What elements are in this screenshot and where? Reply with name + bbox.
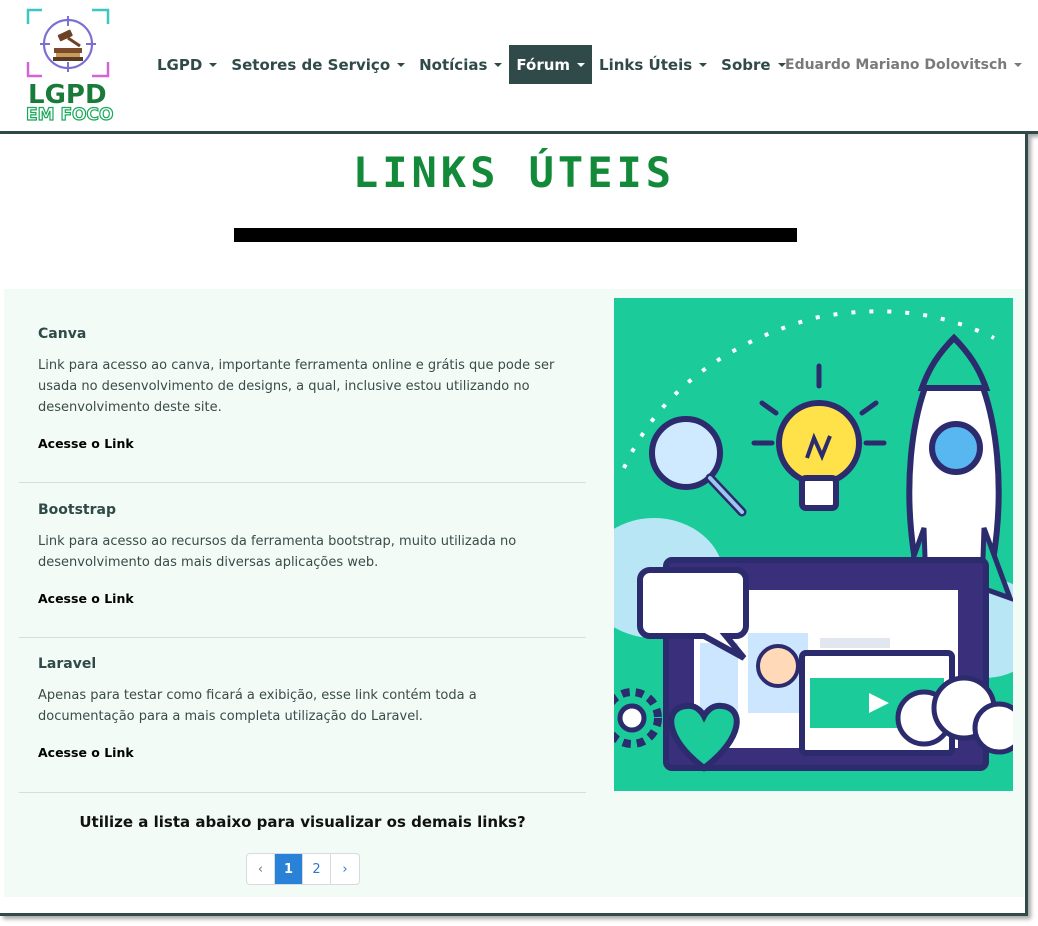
link-access-button[interactable]: Acesse o Link	[38, 436, 134, 451]
user-dropdown[interactable]: Eduardo Mariano Dolovitsch	[778, 45, 1029, 84]
main-nav: LGPD Setores de Serviço Notícias Fórum L…	[150, 45, 793, 84]
link-access-button[interactable]: Acesse o Link	[38, 745, 134, 760]
link-title: Bootstrap	[38, 502, 116, 518]
links-panel: Canva Link para acesso ao canva, importa…	[4, 289, 1024, 897]
more-links-text: Utilize a lista abaixo para visualizar o…	[79, 813, 526, 831]
pagination: ‹ 1 2 ›	[246, 853, 360, 885]
nav-item-noticias[interactable]: Notícias	[412, 45, 509, 84]
link-description: Link para acesso ao canva, importante fe…	[38, 358, 555, 415]
nav-item-label: Links Úteis	[599, 55, 693, 74]
pagination-page-2[interactable]: 2	[303, 854, 331, 884]
link-description: Link para acesso ao recursos da ferramen…	[38, 534, 517, 570]
caret-down-icon	[577, 62, 586, 67]
creative-tech-illustration-icon	[614, 298, 1013, 791]
caret-down-icon	[699, 62, 708, 67]
link-title: Laravel	[38, 656, 97, 672]
site-logo[interactable]: LGPD EM FOCO	[24, 8, 130, 124]
pagination-page-1[interactable]: 1	[275, 854, 303, 884]
nav-item-label: Fórum	[516, 55, 571, 74]
nav-item-lgpd[interactable]: LGPD	[150, 45, 224, 84]
nav-item-label: Sobre	[721, 55, 771, 74]
nav-item-setores[interactable]: Setores de Serviço	[224, 45, 412, 84]
user-menu: Eduardo Mariano Dolovitsch	[778, 45, 1029, 84]
link-card: Laravel Apenas para testar como ficará a…	[19, 638, 586, 793]
caret-down-icon	[209, 62, 218, 67]
link-access-button[interactable]: Acesse o Link	[38, 591, 134, 606]
svg-text:EM FOCO: EM FOCO	[26, 105, 113, 124]
nav-item-label: Setores de Serviço	[231, 55, 391, 74]
link-description: Apenas para testar como ficará a exibiçã…	[38, 688, 477, 724]
pagination-next-button[interactable]: ›	[331, 854, 359, 884]
pagination-prev-button[interactable]: ‹	[247, 854, 275, 884]
caret-down-icon	[397, 62, 406, 67]
caret-down-icon	[1014, 62, 1023, 67]
link-card: Canva Link para acesso ao canva, importa…	[19, 289, 586, 483]
user-name: Eduardo Mariano Dolovitsch	[785, 56, 1008, 73]
link-card: Bootstrap Link para acesso ao recursos d…	[19, 483, 586, 638]
page-title: LINKS ÚTEIS	[352, 148, 676, 197]
main-content: LINKS ÚTEIS Canva Link para acesso ao ca…	[0, 134, 1028, 916]
nav-item-forum[interactable]: Fórum	[509, 45, 593, 84]
links-list: Canva Link para acesso ao canva, importa…	[19, 289, 586, 793]
nav-item-label: Notícias	[419, 55, 488, 74]
caret-down-icon	[494, 62, 503, 67]
navbar: LGPD EM FOCO LGPD Setores de Serviço Not…	[0, 0, 1038, 134]
nav-item-links-uteis[interactable]: Links Úteis	[592, 45, 714, 84]
nav-item-label: LGPD	[157, 55, 203, 74]
link-title: Canva	[38, 326, 87, 342]
title-underline	[234, 228, 797, 242]
